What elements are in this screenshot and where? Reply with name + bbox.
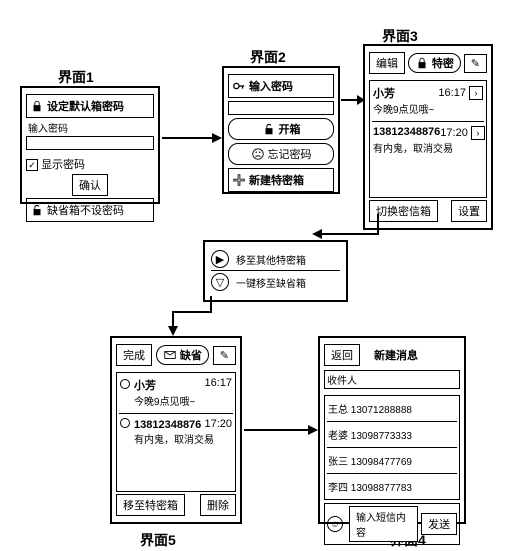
screen3-label: 界面3 (382, 26, 418, 46)
s5-default-pill: 缺省 (156, 345, 209, 365)
msg-name: 小芳 (373, 85, 395, 101)
s4-recipient-row[interactable]: 收件人 (324, 370, 460, 389)
chevron-right-icon: › (469, 86, 483, 100)
s2-create-label: 新建特密箱 (249, 172, 304, 188)
contact-item[interactable]: 张三 13098477769 (327, 450, 457, 471)
arrow-2-3 (341, 90, 365, 110)
popup-quick-label: 一键移至缺省箱 (236, 275, 340, 290)
popup-move-option[interactable]: ▶ 移至其他特密箱 (211, 250, 340, 268)
message-item[interactable]: 13812348876 17:20 › 有内鬼，取消交易 (372, 124, 484, 158)
plus-icon (232, 173, 246, 187)
s1-skip-label: 缺省箱不设密码 (47, 202, 124, 218)
s5-message-list: 小芳 16:17 今晚9点见哦~ 13812348876 17:20 有内鬼，取… (116, 372, 236, 492)
lock-icon (30, 99, 44, 113)
s5-compose-button[interactable]: ✎ (213, 346, 236, 365)
s2-open-button[interactable]: 开箱 (228, 118, 334, 140)
play-icon: ▶ (211, 250, 229, 268)
s4-send-button[interactable]: 发送 (421, 513, 457, 535)
s2-title-row: 输入密码 (228, 74, 334, 98)
divider (327, 447, 457, 448)
divider (119, 413, 233, 414)
screen4: 返回 新建消息 收件人 王总 13071288888 老婆 1309877333… (318, 336, 466, 524)
s3-edit-button[interactable]: 编辑 (369, 52, 405, 74)
s1-password-input[interactable] (26, 136, 154, 150)
s1-password-label: 输入密码 (28, 120, 154, 135)
screen2: 输入密码 开箱 忘记密码 新建特密箱 (222, 66, 340, 194)
mail-icon (163, 348, 177, 362)
lock-icon (415, 56, 429, 70)
divider (372, 121, 484, 122)
screen3: 编辑 特密 ✎ 小芳 16:17 › 今晚9点见哦~ 13812348876 1… (363, 44, 493, 230)
unlock-icon (30, 203, 44, 217)
s5-move-button[interactable]: 移至特密箱 (116, 494, 185, 516)
divider (327, 421, 457, 422)
sad-icon (251, 147, 265, 161)
down-icon: ▽ (211, 273, 229, 291)
s3-settings-button[interactable]: 设置 (451, 200, 487, 222)
s5-delete-button[interactable]: 删除 (200, 494, 236, 516)
msg-body: 今晚9点见哦~ (134, 393, 232, 408)
popup-quick-option[interactable]: ▽ 一键移至缺省箱 (211, 273, 340, 291)
s2-create-button[interactable]: 新建特密箱 (228, 168, 334, 192)
message-item[interactable]: 小芳 16:17 › 今晚9点见哦~ (372, 83, 484, 119)
arrow-5-4 (244, 420, 318, 440)
contact-item[interactable]: 王总 13071288888 (327, 398, 457, 419)
msg-name: 13812348876 (373, 126, 440, 140)
msg-body: 有内鬼，取消交易 (134, 431, 232, 446)
popup-menu: ▶ 移至其他特密箱 ▽ 一键移至缺省箱 (203, 240, 348, 302)
s1-skip-button[interactable]: 缺省箱不设密码 (26, 198, 154, 222)
screen5-label: 界面5 (140, 530, 176, 550)
emoji-icon[interactable]: ☺ (327, 516, 343, 532)
s1-showpw-row[interactable]: ✓ 显示密码 (26, 156, 154, 172)
s5-done-button[interactable]: 完成 (116, 344, 152, 366)
key-icon (232, 79, 246, 93)
s2-forgot-button[interactable]: 忘记密码 (228, 143, 334, 165)
s3-message-list: 小芳 16:17 › 今晚9点见哦~ 13812348876 17:20 › 有… (369, 80, 487, 198)
msg-time: 17:20 (204, 418, 232, 431)
msg-time: 16:17 (204, 377, 232, 393)
s4-recipient-label: 收件人 (327, 372, 357, 387)
msg-body: 今晚9点见哦~ (373, 101, 483, 116)
message-item[interactable]: 13812348876 17:20 有内鬼，取消交易 (119, 416, 233, 449)
s1-confirm-button[interactable]: 确认 (72, 174, 108, 196)
popup-move-label: 移至其他特密箱 (236, 252, 340, 267)
s4-contact-list: 王总 13071288888 老婆 13098773333 张三 1309847… (324, 395, 460, 500)
s2-forgot-label: 忘记密码 (268, 146, 312, 162)
contact-item[interactable]: 李四 13098877783 (327, 476, 457, 497)
screen5: 完成 缺省 ✎ 小芳 16:17 今晚9点见哦~ 13812348876 17:… (110, 336, 242, 524)
msg-body: 有内鬼，取消交易 (373, 140, 483, 155)
message-item[interactable]: 小芳 16:17 今晚9点见哦~ (119, 375, 233, 411)
arrow-popup-5 (165, 296, 215, 336)
screen1-label: 界面1 (58, 67, 94, 87)
msg-time: 16:17 (438, 87, 466, 99)
screen1: 设定默认箱密码 输入密码 ✓ 显示密码 确认 缺省箱不设密码 (20, 86, 160, 204)
s1-title: 设定默认箱密码 (47, 98, 124, 114)
s2-open-label: 开箱 (279, 121, 301, 137)
msg-name: 13812348876 (134, 419, 201, 431)
s4-title: 新建消息 (360, 347, 432, 363)
screen2-label: 界面2 (250, 47, 286, 67)
radio-icon[interactable] (120, 418, 130, 428)
divider (327, 473, 457, 474)
checkbox-icon: ✓ (26, 159, 38, 171)
chevron-right-icon: › (471, 126, 485, 140)
s3-secret-pill: 特密 (408, 53, 461, 73)
msg-time: 17:20 (440, 127, 468, 139)
s3-compose-button[interactable]: ✎ (464, 54, 487, 73)
msg-name: 小芳 (134, 380, 156, 392)
unlock-icon (262, 122, 276, 136)
s4-back-button[interactable]: 返回 (324, 344, 360, 366)
s5-default-label: 缺省 (180, 347, 202, 363)
s1-title-row: 设定默认箱密码 (26, 94, 154, 118)
s4-sms-input[interactable]: 输入短信内容 (349, 506, 418, 542)
radio-icon[interactable] (120, 379, 130, 389)
divider (211, 270, 340, 271)
s2-password-input[interactable] (228, 101, 334, 115)
s2-title: 输入密码 (249, 78, 293, 94)
s1-showpw-label: 显示密码 (41, 159, 85, 171)
s3-secret-label: 特密 (432, 55, 454, 71)
arrow-1-2 (162, 128, 222, 148)
contact-item[interactable]: 老婆 13098773333 (327, 424, 457, 445)
